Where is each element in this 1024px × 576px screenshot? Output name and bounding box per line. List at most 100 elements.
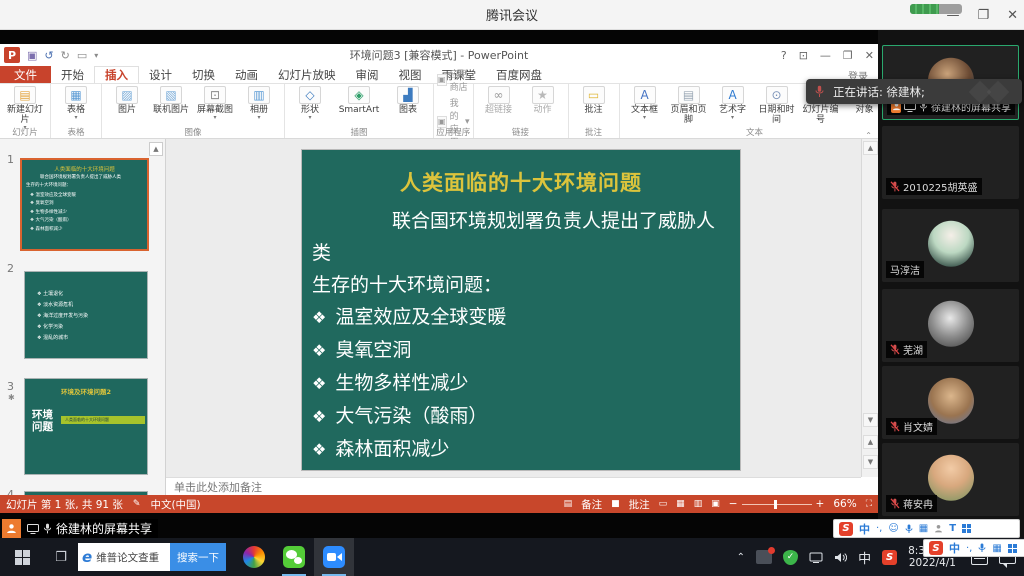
tab-动画[interactable]: 动画 [225, 66, 268, 83]
zoom-in-icon[interactable]: + [816, 498, 825, 510]
ime-toolbox-icon[interactable] [1008, 544, 1017, 553]
ppt-titlebar: P ▣ ↺ ↻ ▭ ▾ 环境问题3 [兼容模式] - PowerPoint ? … [0, 44, 878, 66]
ime-mic-icon[interactable] [978, 543, 986, 553]
task-view-button[interactable]: ❐ [44, 538, 78, 576]
participant-tile-蒋安冉[interactable]: 蒋安冉 [882, 443, 1019, 516]
ribbon-button-新建幻灯片[interactable]: ▤新建幻灯片▾ [3, 86, 47, 130]
thumbnail-slide-1[interactable]: 人类面临的十大环境问题联合国环境规划署负责人提出了威胁人类生存的十大环境问题：❖… [20, 158, 149, 251]
tab-设计[interactable]: 设计 [139, 66, 182, 83]
participant-tile-芜湖[interactable]: 芜湖 [882, 289, 1019, 362]
ime-account-icon[interactable] [934, 524, 943, 533]
participant-tile-2010225胡英盛[interactable]: 2010225胡英盛 [882, 126, 1019, 199]
start-button[interactable] [0, 538, 44, 576]
ribbon-button-批注[interactable]: ▭批注 [572, 86, 616, 115]
ime-toolbox-icon[interactable] [962, 524, 971, 533]
slide-canvas[interactable]: 人类面临的十大环境问题 联合国环境规划署负责人提出了威胁人类 生存的十大环境问题… [166, 139, 861, 477]
slideshow-view-icon[interactable]: ▣ [711, 499, 720, 509]
comments-toggle-label[interactable]: 批注 [629, 497, 650, 512]
tab-幻灯片放映[interactable]: 幻灯片放映 [268, 66, 346, 83]
ppt-minimize-button[interactable]: — [820, 49, 831, 62]
tray-expand-icon[interactable]: ⌃ [737, 552, 745, 563]
tray-sogou-icon[interactable]: S [882, 550, 897, 565]
tab-切换[interactable]: 切换 [182, 66, 225, 83]
language-status[interactable]: 中文(中国) [150, 497, 200, 512]
thumb-number-1: 1 [7, 153, 14, 166]
ribbon-button-相册[interactable]: ▥相册▾ [237, 86, 281, 120]
ppt-close-button[interactable]: ✕ [865, 49, 874, 62]
zoom-out-icon[interactable]: − [729, 498, 738, 510]
zoom-slider[interactable]: − + [729, 498, 825, 510]
ribbon-button-形状[interactable]: ◇形状▾ [288, 86, 332, 120]
network-icon[interactable] [809, 552, 823, 563]
notes-toggle-label[interactable]: 备注 [581, 497, 602, 512]
ime-keyboard-icon[interactable]: ▦ [919, 523, 928, 534]
ribbon-button-文本框[interactable]: A文本框▾ [623, 86, 667, 120]
ime-punctuation-icon[interactable]: ·, [966, 543, 972, 554]
restore-button[interactable]: ❐ [977, 8, 989, 23]
slide[interactable]: 人类面临的十大环境问题 联合国环境规划署负责人提出了威胁人类 生存的十大环境问题… [302, 150, 740, 470]
normal-view-icon[interactable]: ▭ [659, 499, 668, 509]
ime-emoji-icon[interactable]: ☺ [888, 523, 898, 534]
ime-keyboard-icon[interactable]: ▦ [992, 543, 1001, 554]
participant-tile-马淳洁[interactable]: 马淳洁 [882, 209, 1019, 282]
ime-punctuation-icon[interactable]: ·, [876, 523, 882, 534]
taskbar-search[interactable]: e 维普论文查重 搜索一下 [78, 543, 226, 571]
ime-mode-icon[interactable]: 中 [859, 521, 870, 537]
ribbon-button-图片[interactable]: ▨图片 [105, 86, 149, 115]
taskbar-app-browser[interactable] [234, 538, 274, 576]
tray-antivirus-icon[interactable]: ✓ [783, 550, 798, 565]
close-button[interactable]: ✕ [1007, 8, 1018, 23]
tab-视图[interactable]: 视图 [389, 66, 432, 83]
search-input[interactable]: 维普论文查重 [96, 550, 170, 565]
thumbnail-slide-3[interactable]: 环境及环境问题2 环境问题 人类面临的十大环境问题 [24, 378, 148, 475]
tab-插入[interactable]: 插入 [94, 66, 139, 83]
notes-bar[interactable]: 单击此处添加备注 [166, 477, 861, 495]
scroll-up-icon[interactable]: ▲ [863, 141, 878, 155]
ppt-restore-button[interactable]: ❐ [843, 49, 853, 62]
ribbon-button-联机图片[interactable]: ▧联机图片 [149, 86, 193, 115]
zoom-percent[interactable]: 66% [833, 498, 856, 510]
tab-开始[interactable]: 开始 [51, 66, 94, 83]
thumb-scroll-up-icon[interactable]: ▲ [149, 142, 163, 156]
reading-view-icon[interactable]: ▥ [694, 499, 703, 509]
zoom-thumb[interactable] [774, 500, 777, 509]
search-go-button[interactable]: 搜索一下 [170, 543, 226, 571]
prev-slide-button[interactable]: ▲ [863, 435, 878, 449]
ime-mic-icon[interactable] [905, 524, 913, 534]
thumbnail-slide-2[interactable]: ❖ 土壤退化❖ 淡水资源危机❖ 海洋过度开发与污染❖ 化学污染❖ 混乱的城市 [24, 271, 148, 359]
fit-slide-icon[interactable]: ⛶ [866, 499, 872, 509]
canvas-scrollbar[interactable]: ▲ ▼ ▲ ▼ [861, 139, 878, 477]
comments-toggle-icon[interactable]: ■ [611, 499, 620, 509]
taskbar-app-wechat[interactable] [274, 538, 314, 576]
tab-百度网盘[interactable]: 百度网盘 [486, 66, 552, 83]
scroll-down-icon[interactable]: ▼ [863, 413, 878, 427]
tab-审阅[interactable]: 审阅 [346, 66, 389, 83]
minimize-button[interactable]: — [946, 8, 959, 23]
ribbon-button-日期和时间[interactable]: ⊙日期和时间 [755, 86, 799, 125]
taskbar-app-meeting[interactable] [314, 538, 354, 576]
ribbon-button-表格[interactable]: ▦表格▾ [54, 86, 98, 120]
notes-toggle-icon[interactable]: ▤ [564, 499, 573, 509]
next-slide-button[interactable]: ▼ [863, 455, 878, 469]
ribbon-button-页眉和页脚[interactable]: ▤页眉和页脚 [667, 86, 711, 125]
participant-tile-肖文婧[interactable]: 肖文婧 [882, 366, 1019, 439]
local-ime-toolbar: S 中 ·, ☺ ▦ T [833, 519, 1020, 538]
ribbon-button-SmartArt[interactable]: ◈SmartArt [332, 86, 386, 115]
ribbon-button-艺术字[interactable]: A艺术字▾ [711, 86, 755, 120]
volume-icon[interactable] [834, 552, 847, 563]
tray-ime-mode[interactable]: 中 [858, 548, 871, 567]
sogou-logo-icon[interactable]: S [839, 522, 853, 536]
ribbon-button-屏幕截图[interactable]: ⊡屏幕截图▾ [193, 86, 237, 120]
thumb-number-4: 4 [7, 488, 14, 495]
tab-文件[interactable]: 文件 [0, 66, 51, 83]
ribbon-button-图表[interactable]: ▟图表 [386, 86, 430, 115]
ppt-help-icon[interactable]: ? [781, 49, 787, 62]
ime-skin-icon[interactable]: T [949, 523, 956, 534]
slide-sorter-view-icon[interactable]: ▦ [676, 499, 685, 509]
ime-mode-icon[interactable]: 中 [949, 540, 960, 556]
sogou-logo-icon[interactable]: S [929, 541, 943, 555]
thumb-number-2: 2 [7, 262, 14, 275]
proofing-icon[interactable]: ✎ [133, 499, 141, 509]
ppt-ribbon-options-icon[interactable]: ⊡ [799, 49, 808, 62]
tray-screenshot-icon[interactable] [756, 550, 772, 564]
